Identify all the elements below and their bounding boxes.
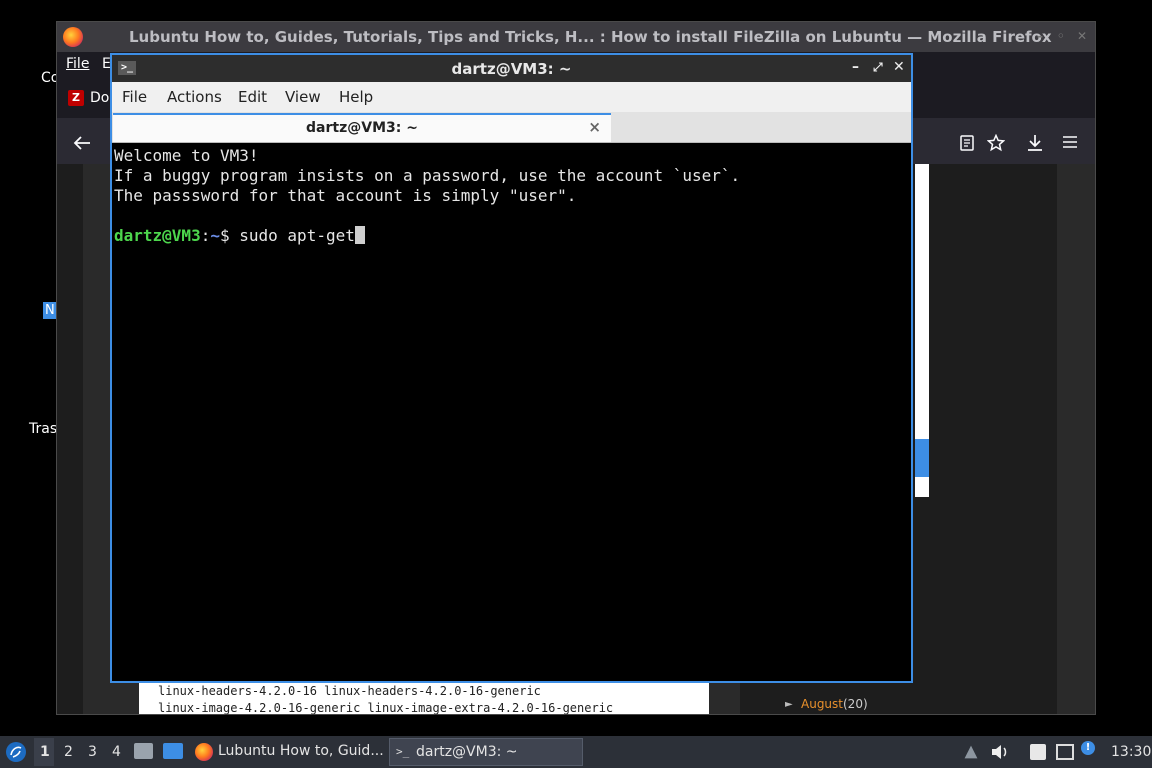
terminal-icon: >_ <box>396 745 410 758</box>
volume-icon[interactable] <box>991 744 1009 760</box>
notification-icon[interactable]: ! <box>1081 741 1095 755</box>
show-desktop-icon[interactable] <box>163 743 183 759</box>
menu-help[interactable]: Help <box>339 88 373 106</box>
start-menu-icon[interactable] <box>5 741 27 763</box>
terminal-line: If a buggy program insists on a password… <box>114 166 741 185</box>
archive-month-link[interactable]: August <box>801 697 843 711</box>
page-blue-button[interactable] <box>915 439 929 477</box>
firefox-icon <box>195 743 213 761</box>
terminal-prompt-line: dartz@VM3:~$ sudo apt-get <box>114 226 909 246</box>
page-right-column <box>1057 164 1095 714</box>
clock[interactable]: 13:30 <box>1111 744 1151 760</box>
archive-arrow-icon[interactable]: ► <box>785 699 793 710</box>
hamburger-menu-icon[interactable] <box>1063 136 1077 148</box>
desktop-icon-label-selected[interactable]: N <box>43 302 57 319</box>
taskbar: 1 2 3 4 Lubuntu How to, Guid... >_ dartz… <box>0 736 1152 768</box>
workspace-1[interactable]: 1 <box>40 744 50 760</box>
terminal-output[interactable]: Welcome to VM3! If a buggy program insist… <box>114 146 909 681</box>
close-icon[interactable]: ✕ <box>893 59 905 75</box>
menu-edit[interactable]: Edit <box>238 88 267 106</box>
terminal-window-title: dartz@VM3: ~ <box>451 60 572 78</box>
firefox-icon <box>63 27 83 47</box>
archive-count: (20) <box>843 697 868 711</box>
filezilla-icon: Z <box>68 90 84 106</box>
prompt-dollar: $ <box>219 226 230 245</box>
terminal-menubar: File Actions Edit View Help <box>112 82 911 112</box>
volume-up-arrow-icon[interactable] <box>964 745 978 759</box>
taskbar-task-label: dartz@VM3: ~ <box>416 744 518 760</box>
taskbar-task-terminal[interactable]: >_ dartz@VM3: ~ <box>389 738 583 766</box>
taskbar-task-firefox[interactable]: Lubuntu How to, Guid... <box>192 738 384 766</box>
maximize-icon[interactable]: ⤢ <box>873 60 883 75</box>
taskbar-task-label: Lubuntu How to, Guid... <box>218 743 384 759</box>
terminal-line: The passsword for that account is simply… <box>114 186 577 205</box>
prompt-user-host: dartz@VM3 <box>114 226 201 245</box>
menu-view[interactable]: View <box>285 88 321 106</box>
text-cursor <box>354 226 365 244</box>
close-icon[interactable]: ✕ <box>1077 29 1087 43</box>
minimize-icon[interactable]: – <box>852 59 859 75</box>
workspace-3[interactable]: 3 <box>88 744 97 760</box>
menu-file[interactable]: File <box>66 56 89 72</box>
terminal-window: >_ dartz@VM3: ~ – ⤢ ✕ File Actions Edit … <box>110 53 913 683</box>
workspace-2[interactable]: 2 <box>64 744 73 760</box>
file-manager-icon[interactable] <box>134 743 153 759</box>
maximize-icon[interactable]: ◦ <box>1057 29 1065 43</box>
workspace-4[interactable]: 4 <box>112 744 121 760</box>
clipboard-icon[interactable] <box>1030 744 1046 760</box>
typed-command: sudo apt-get <box>229 226 355 245</box>
desktop-trash-label[interactable]: Tras <box>29 421 57 437</box>
firefox-titlebar[interactable]: Lubuntu How to, Guides, Tutorials, Tips … <box>57 22 1095 52</box>
minimize-icon[interactable]: – <box>1037 29 1043 43</box>
terminal-tab-title: dartz@VM3: ~ <box>306 120 418 136</box>
bookmark-star-icon[interactable] <box>987 134 1005 152</box>
back-arrow-icon[interactable] <box>73 135 91 151</box>
close-tab-icon[interactable]: × <box>588 118 601 136</box>
prompt-path: ~ <box>210 226 220 245</box>
code-line: linux-headers-4.2.0-16 linux-headers-4.2… <box>158 684 541 698</box>
firefox-window-title: Lubuntu How to, Guides, Tutorials, Tips … <box>129 28 1052 46</box>
network-icon[interactable] <box>1056 744 1074 760</box>
reader-view-icon[interactable] <box>960 135 974 151</box>
terminal-tab[interactable]: dartz@VM3: ~ × <box>113 113 611 142</box>
terminal-titlebar[interactable]: >_ dartz@VM3: ~ – ⤢ ✕ <box>112 55 911 82</box>
terminal-tabbar: dartz@VM3: ~ × <box>112 112 911 143</box>
menu-actions[interactable]: Actions <box>167 88 222 106</box>
prompt-separator: : <box>200 226 211 245</box>
downloads-icon[interactable] <box>1027 134 1043 152</box>
terminal-line: Welcome to VM3! <box>114 146 259 165</box>
menu-file[interactable]: File <box>122 88 147 106</box>
code-line: linux-image-4.2.0-16-generic linux-image… <box>158 701 614 715</box>
